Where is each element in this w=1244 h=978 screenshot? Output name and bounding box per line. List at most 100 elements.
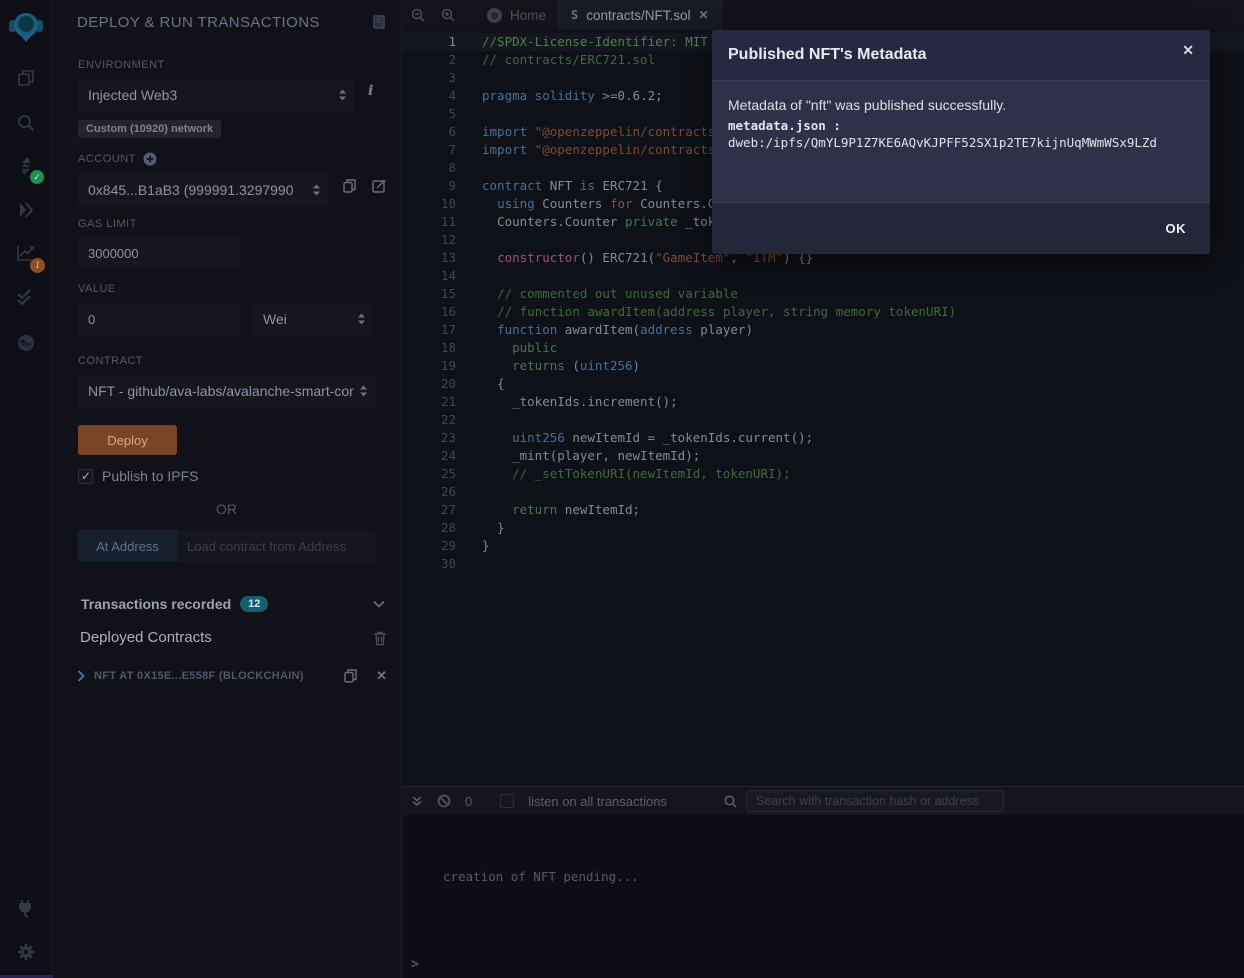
account-label: ACCOUNT (78, 153, 136, 165)
static-analysis-icon[interactable]: 1 (0, 231, 52, 275)
environment-select[interactable]: Injected Web3 (78, 79, 354, 111)
code-line: 30 (403, 555, 1244, 573)
terminal-header: 0 listen on all transactions (403, 787, 1244, 815)
deploy-button[interactable]: Deploy (78, 425, 177, 455)
modal-ok-button[interactable]: OK (1166, 221, 1187, 236)
close-tab-icon[interactable]: ✕ (699, 8, 709, 22)
deploy-and-run-icon[interactable] (0, 188, 52, 232)
copy-account-icon[interactable] (342, 178, 357, 194)
code-line: 25 // _setTokenURI(newItemId, tokenURI); (403, 465, 1244, 483)
code-line: 17 function awardItem(address player) (403, 321, 1244, 339)
remix-logo-icon[interactable] (0, 4, 52, 50)
pending-tx-count: 0 (465, 794, 472, 809)
listen-transactions-label: listen on all transactions (528, 794, 667, 809)
solidity-compiler-icon[interactable]: ✓ (0, 144, 52, 188)
code-line: 14 (403, 267, 1244, 285)
trash-icon[interactable] (373, 630, 387, 646)
publish-ipfs-label: Publish to IPFS (102, 468, 199, 484)
remix-ide-app: ✓ 1 (0, 0, 1244, 978)
environment-label: ENVIRONMENT (78, 59, 401, 71)
select-arrows-icon (339, 89, 346, 101)
unit-testing-icon[interactable] (0, 275, 52, 319)
copy-contract-icon[interactable] (343, 668, 358, 684)
network-badge: Custom (10920) network (78, 120, 221, 138)
code-line: 26 (403, 483, 1244, 501)
chevron-down-icon[interactable] (373, 600, 385, 608)
tab-bar: Home S contracts/NFT.sol ✕ (403, 0, 1244, 30)
select-arrows-icon (358, 313, 365, 325)
terminal-prompt[interactable]: > (411, 957, 419, 972)
debugger-icon[interactable] (0, 321, 52, 365)
value-input[interactable] (78, 303, 240, 335)
zoom-in-icon[interactable] (433, 0, 463, 30)
remove-contract-icon[interactable]: ✕ (376, 668, 387, 684)
tab-nft-sol-label: contracts/NFT.sol (586, 8, 690, 23)
expand-terminal-icon[interactable] (411, 795, 423, 807)
gas-limit-value (88, 246, 230, 261)
code-line: 18 public (403, 339, 1244, 357)
code-line: 27 return newItemId; (403, 501, 1244, 519)
account-select[interactable]: 0x845...B1aB3 (999991.3297990 (78, 174, 328, 206)
search-icon[interactable] (0, 101, 52, 145)
code-line: 23 uint256 newItemId = _tokenIds.current… (403, 429, 1244, 447)
transactions-recorded-label: Transactions recorded (81, 596, 231, 612)
terminal-search-icon (723, 794, 738, 809)
code-line: 19 returns (uint256) (403, 357, 1244, 375)
select-arrows-icon (313, 184, 320, 196)
code-line: 22 (403, 411, 1244, 429)
modal-close-icon[interactable]: ✕ (1182, 42, 1194, 59)
select-arrows-icon (360, 385, 367, 397)
contract-select[interactable]: NFT - github/ava-labs/avalanche-smart-co… (78, 375, 375, 407)
publish-ipfs-checkbox[interactable] (78, 469, 93, 484)
compiler-success-badge: ✓ (30, 170, 44, 184)
listen-transactions-checkbox[interactable] (500, 794, 514, 808)
deployed-contracts-label: Deployed Contracts (80, 629, 212, 646)
remix-home-icon (487, 8, 502, 23)
at-address-input[interactable] (177, 530, 375, 562)
transactions-count-badge: 12 (240, 596, 268, 612)
tab-home[interactable]: Home (475, 0, 558, 30)
panel-title: DEPLOY & RUN TRANSACTIONS (77, 14, 320, 31)
code-line: 20 { (403, 375, 1244, 393)
value-label: VALUE (78, 283, 401, 295)
code-line: 24 _mint(player, newItemId); (403, 447, 1244, 465)
deployed-contract-item[interactable]: NFT AT 0X15E...E558F (BLOCKCHAIN) ✕ (53, 668, 401, 684)
published-metadata-modal: Published NFT's Metadata ✕ Metadata of "… (712, 30, 1210, 254)
modal-metadata-filename: metadata.json : (728, 118, 1194, 133)
code-line: 28 } (403, 519, 1244, 537)
zoom-out-icon[interactable] (403, 0, 433, 30)
deploy-run-panel: DEPLOY & RUN TRANSACTIONS ENVIRONMENT In… (53, 0, 402, 978)
gas-limit-input[interactable] (78, 237, 240, 269)
chevron-right-icon[interactable] (77, 670, 85, 682)
code-line: 29} (403, 537, 1244, 555)
value-unit-select[interactable]: Wei (253, 303, 373, 335)
edit-account-icon[interactable] (371, 178, 387, 194)
value-unit: Wei (263, 311, 363, 327)
tab-nft-sol[interactable]: S contracts/NFT.sol ✕ (558, 0, 722, 30)
contract-value: NFT - github/ava-labs/avalanche-smart-co… (88, 383, 365, 399)
terminal-search-input[interactable] (746, 790, 1004, 812)
analysis-warning-badge: 1 (30, 258, 45, 273)
docs-book-icon[interactable] (371, 14, 387, 30)
plugin-manager-icon[interactable] (0, 886, 52, 930)
at-address-field (187, 539, 365, 554)
environment-info-icon[interactable]: i (368, 83, 373, 99)
at-address-button[interactable]: At Address (78, 530, 177, 562)
add-account-icon[interactable] (143, 152, 157, 166)
clear-console-icon[interactable] (437, 794, 451, 808)
or-divider: OR (78, 501, 375, 517)
tab-home-label: Home (510, 8, 546, 23)
gas-limit-label: GAS LIMIT (78, 218, 401, 230)
environment-value: Injected Web3 (88, 87, 344, 103)
file-explorer-icon[interactable] (0, 56, 52, 100)
modal-title: Published NFT's Metadata (728, 46, 927, 64)
terminal: 0 listen on all transactions creation of… (403, 786, 1244, 978)
modal-message: Metadata of "nft" was published successf… (728, 97, 1194, 113)
value-amount (88, 312, 230, 327)
code-line: 21 _tokenIds.increment(); (403, 393, 1244, 411)
settings-gear-icon[interactable] (0, 930, 52, 974)
account-value: 0x845...B1aB3 (999991.3297990 (88, 182, 318, 198)
terminal-log-line: creation of NFT pending... (443, 869, 639, 884)
terminal-search-field (756, 794, 994, 808)
code-line: 16 // function awardItem(address player,… (403, 303, 1244, 321)
